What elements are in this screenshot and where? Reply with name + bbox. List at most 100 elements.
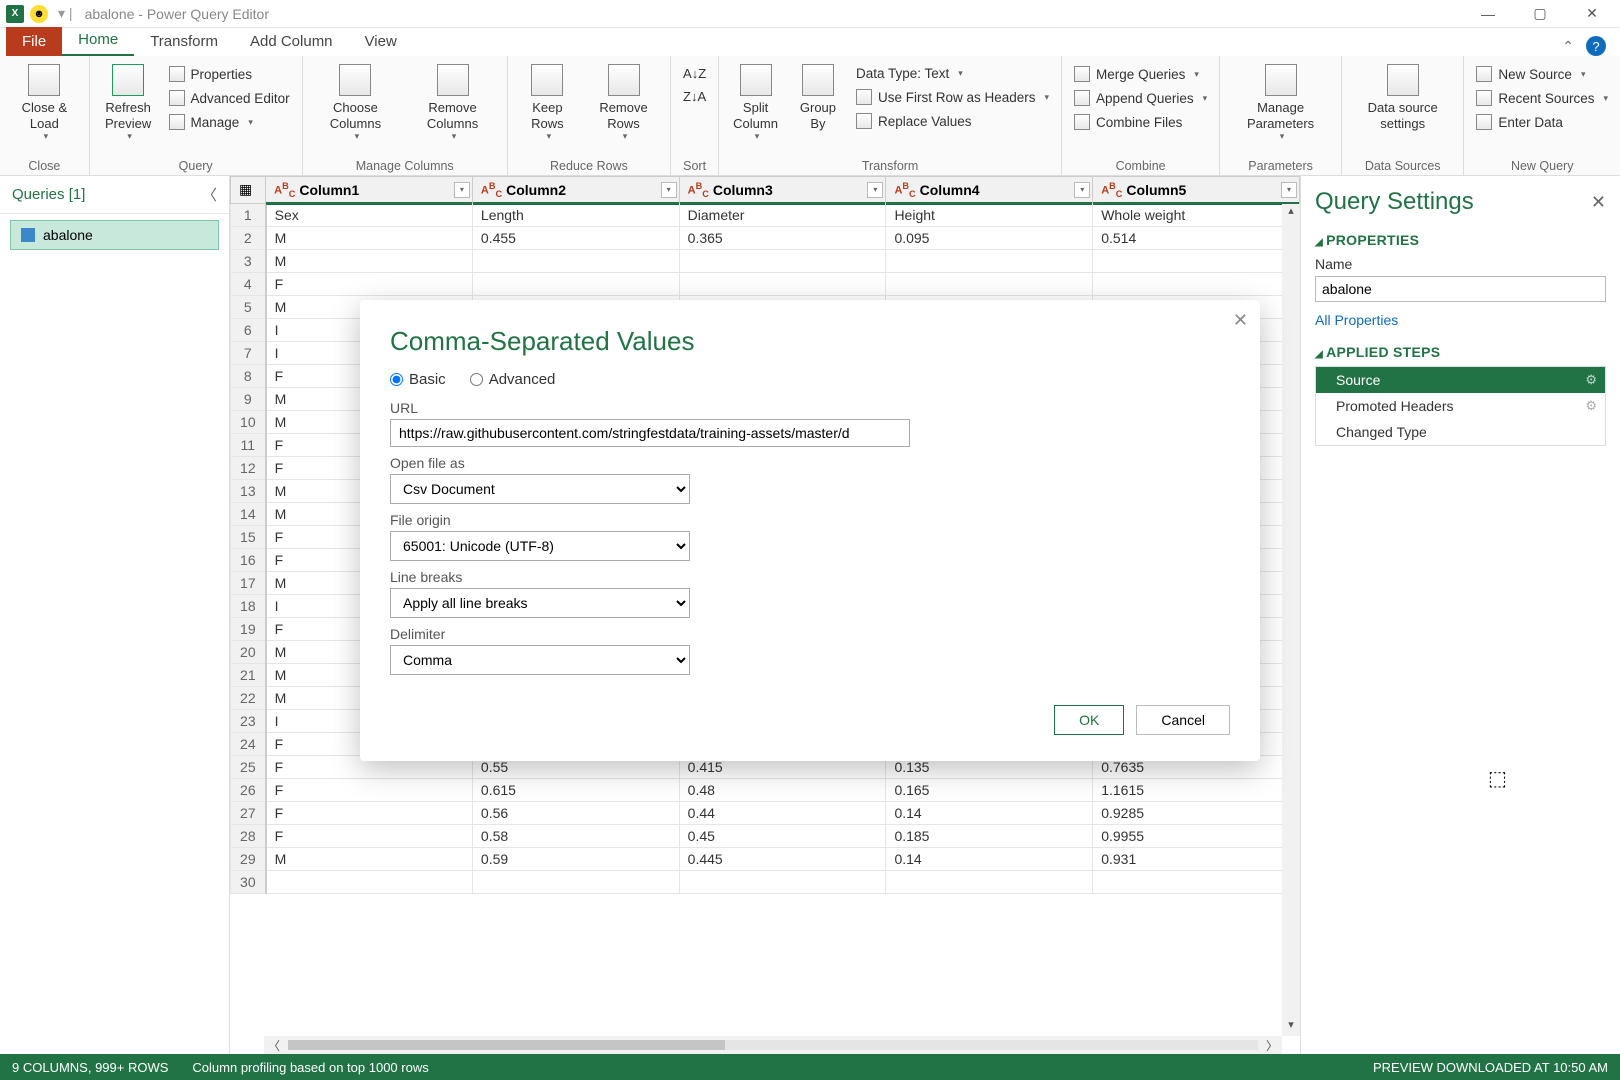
horizontal-scrollbar[interactable]: 〈〉: [264, 1036, 1282, 1054]
cell[interactable]: M: [266, 226, 473, 249]
cell[interactable]: 0.48: [679, 778, 886, 801]
gear-icon[interactable]: ⚙: [1585, 398, 1597, 414]
row-number[interactable]: 11: [231, 433, 266, 456]
cell[interactable]: 0.56: [472, 801, 679, 824]
row-number[interactable]: 5: [231, 295, 266, 318]
row-number[interactable]: 21: [231, 663, 266, 686]
vertical-scrollbar[interactable]: ▴▾: [1282, 204, 1300, 1036]
row-number[interactable]: 12: [231, 456, 266, 479]
cell[interactable]: [1093, 272, 1300, 295]
smiley-icon[interactable]: ☻: [30, 5, 48, 23]
ok-button[interactable]: OK: [1054, 705, 1124, 735]
new-source-button[interactable]: New Source: [1472, 64, 1612, 84]
column-header[interactable]: ABCColumn2▾: [472, 177, 679, 204]
row-number[interactable]: 6: [231, 318, 266, 341]
manage-button[interactable]: Manage: [165, 112, 294, 132]
replace-values-button[interactable]: Replace Values: [852, 111, 1053, 131]
cell[interactable]: 0.58: [472, 824, 679, 847]
append-queries-button[interactable]: Append Queries: [1070, 88, 1211, 108]
cell[interactable]: [886, 249, 1093, 272]
recent-sources-button[interactable]: Recent Sources: [1472, 88, 1612, 108]
close-window-button[interactable]: ✕: [1570, 2, 1614, 26]
collapse-queries-icon[interactable]: 〈: [202, 184, 217, 205]
properties-button[interactable]: Properties: [165, 64, 294, 84]
cell[interactable]: F: [266, 824, 473, 847]
cell[interactable]: 0.185: [886, 824, 1093, 847]
step-promoted-headers[interactable]: Promoted Headers⚙: [1316, 393, 1605, 419]
cell[interactable]: Diameter: [679, 203, 886, 226]
row-number[interactable]: 4: [231, 272, 266, 295]
row-header-corner[interactable]: ▦: [231, 177, 266, 204]
close-settings-button[interactable]: ✕: [1591, 192, 1606, 213]
dialog-close-button[interactable]: ✕: [1233, 310, 1248, 331]
cell[interactable]: F: [266, 778, 473, 801]
applied-steps-section[interactable]: APPLIED STEPS: [1315, 344, 1606, 360]
cell[interactable]: Length: [472, 203, 679, 226]
advanced-editor-button[interactable]: Advanced Editor: [165, 88, 294, 108]
cell[interactable]: Height: [886, 203, 1093, 226]
row-number[interactable]: 23: [231, 709, 266, 732]
cell[interactable]: 0.445: [679, 847, 886, 870]
row-number[interactable]: 3: [231, 249, 266, 272]
cell[interactable]: [679, 272, 886, 295]
radio-advanced-input[interactable]: [470, 373, 483, 386]
cell[interactable]: [1093, 870, 1300, 893]
cell[interactable]: 0.095: [886, 226, 1093, 249]
filter-dropdown-icon[interactable]: ▾: [1281, 182, 1297, 198]
column-header[interactable]: ABCColumn5▾: [1093, 177, 1300, 204]
delimiter-select[interactable]: Comma: [390, 645, 690, 675]
cell[interactable]: Sex: [266, 203, 473, 226]
row-number[interactable]: 25: [231, 755, 266, 778]
cell[interactable]: F: [266, 272, 473, 295]
keep-rows-button[interactable]: Keep Rows: [516, 60, 579, 146]
cell[interactable]: 0.165: [886, 778, 1093, 801]
data-source-settings-button[interactable]: Data source settings: [1350, 60, 1455, 135]
row-number[interactable]: 22: [231, 686, 266, 709]
row-number[interactable]: 26: [231, 778, 266, 801]
url-input[interactable]: [390, 419, 910, 447]
cell[interactable]: 0.455: [472, 226, 679, 249]
row-number[interactable]: 10: [231, 410, 266, 433]
file-origin-select[interactable]: 65001: Unicode (UTF-8): [390, 531, 690, 561]
close-load-button[interactable]: Close & Load: [8, 60, 81, 146]
column-header[interactable]: ABCColumn4▾: [886, 177, 1093, 204]
data-type-button[interactable]: Data Type: Text: [852, 64, 1053, 83]
filter-dropdown-icon[interactable]: ▾: [454, 182, 470, 198]
tab-add-column[interactable]: Add Column: [234, 27, 349, 56]
row-number[interactable]: 8: [231, 364, 266, 387]
sort-desc-button[interactable]: Z↓A: [679, 87, 710, 106]
manage-parameters-button[interactable]: Manage Parameters: [1228, 60, 1333, 146]
scroll-left-icon[interactable]: 〈: [268, 1037, 280, 1054]
cell[interactable]: [886, 272, 1093, 295]
cell[interactable]: [886, 870, 1093, 893]
tab-home[interactable]: Home: [62, 25, 134, 56]
cell[interactable]: [679, 870, 886, 893]
cell[interactable]: 0.365: [679, 226, 886, 249]
combine-files-button[interactable]: Combine Files: [1070, 112, 1211, 132]
row-number[interactable]: 29: [231, 847, 266, 870]
scroll-right-icon[interactable]: 〉: [1266, 1037, 1278, 1054]
cell[interactable]: 1.1615: [1093, 778, 1300, 801]
remove-rows-button[interactable]: Remove Rows: [585, 60, 662, 146]
row-number[interactable]: 2: [231, 226, 266, 249]
cell[interactable]: 0.615: [472, 778, 679, 801]
all-properties-link[interactable]: All Properties: [1315, 312, 1606, 328]
help-icon[interactable]: ?: [1586, 36, 1606, 56]
row-number[interactable]: 16: [231, 548, 266, 571]
group-by-button[interactable]: Group By: [790, 60, 846, 135]
row-number[interactable]: 18: [231, 594, 266, 617]
row-number[interactable]: 13: [231, 479, 266, 502]
cell[interactable]: [472, 249, 679, 272]
cell[interactable]: F: [266, 801, 473, 824]
cell[interactable]: 0.45: [679, 824, 886, 847]
row-number[interactable]: 27: [231, 801, 266, 824]
cell[interactable]: [472, 870, 679, 893]
column-header[interactable]: ABCColumn3▾: [679, 177, 886, 204]
open-as-select[interactable]: Csv Document: [390, 474, 690, 504]
row-number[interactable]: 20: [231, 640, 266, 663]
choose-columns-button[interactable]: Choose Columns: [311, 60, 401, 146]
cell[interactable]: M: [266, 249, 473, 272]
row-number[interactable]: 28: [231, 824, 266, 847]
cell[interactable]: 0.9285: [1093, 801, 1300, 824]
row-number[interactable]: 1: [231, 203, 266, 226]
